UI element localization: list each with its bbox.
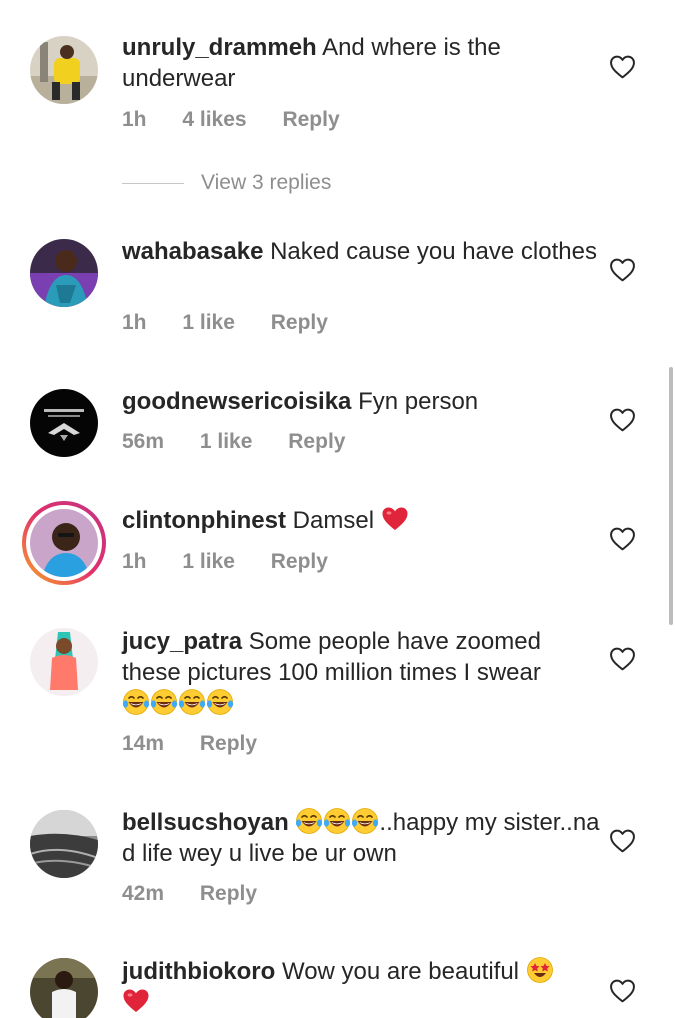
view-replies-link[interactable]: View 3 replies bbox=[122, 171, 331, 195]
comment-likes[interactable]: 1 like bbox=[182, 311, 235, 335]
avatar[interactable] bbox=[30, 389, 98, 457]
comment-likes[interactable]: 1 like bbox=[200, 430, 253, 454]
reply-button[interactable]: Reply bbox=[271, 311, 328, 335]
comment-likes[interactable]: 4 likes bbox=[182, 108, 246, 132]
comment-text: bellsucshoyan ..happy my sister..na d li… bbox=[122, 807, 602, 869]
comment-time: 42m bbox=[122, 882, 165, 905]
scrollbar[interactable] bbox=[669, 367, 673, 625]
comment-meta: 1h 1 like Reply bbox=[122, 550, 358, 574]
like-heart-icon[interactable] bbox=[609, 647, 636, 671]
like-heart-icon[interactable] bbox=[609, 829, 636, 853]
reply-button[interactable]: Reply bbox=[271, 550, 328, 574]
comment-username[interactable]: goodnewsericoisika bbox=[122, 388, 351, 415]
comment-meta: 56m 1 like Reply bbox=[122, 430, 375, 454]
red-heart-emoji-icon bbox=[381, 505, 409, 533]
comment-time: 1h bbox=[122, 550, 147, 573]
tears-of-joy-emoji-icon bbox=[295, 807, 323, 835]
comment-time: 56m bbox=[122, 430, 165, 453]
replies-divider bbox=[122, 182, 184, 184]
reply-button[interactable]: Reply bbox=[200, 882, 257, 906]
comment-meta: 1h 4 likes Reply bbox=[122, 108, 370, 132]
red-heart-emoji-icon bbox=[122, 987, 150, 1015]
like-heart-icon[interactable] bbox=[609, 258, 636, 282]
comment-text: wahabasake Naked cause you have clothes bbox=[122, 236, 602, 267]
comment-likes[interactable]: 1 like bbox=[182, 550, 235, 574]
like-heart-icon[interactable] bbox=[609, 408, 636, 432]
comment-time: 1h bbox=[122, 311, 147, 334]
like-heart-icon[interactable] bbox=[609, 979, 636, 1003]
comment-username[interactable]: unruly_drammeh bbox=[122, 34, 317, 61]
comment-text: goodnewsericoisika Fyn person bbox=[122, 386, 602, 417]
like-heart-icon[interactable] bbox=[609, 527, 636, 551]
tears-of-joy-emoji-icon bbox=[178, 688, 206, 716]
reply-button[interactable]: Reply bbox=[200, 732, 257, 756]
comment-time: 1h bbox=[122, 108, 147, 131]
avatar[interactable] bbox=[30, 36, 98, 104]
reply-button[interactable]: Reply bbox=[282, 108, 339, 132]
reply-button[interactable]: Reply bbox=[288, 430, 345, 454]
comment-text: unruly_drammeh And where is the underwea… bbox=[122, 32, 602, 94]
comment-text: judithbiokoro Wow you are beautiful bbox=[122, 956, 602, 1018]
avatar[interactable] bbox=[30, 628, 98, 696]
comment-body: Wow you are beautiful bbox=[281, 958, 520, 985]
comment-text: jucy_patra Some people have zoomed these… bbox=[122, 626, 602, 719]
tears-of-joy-emoji-icon bbox=[206, 688, 234, 716]
avatar[interactable] bbox=[30, 239, 98, 307]
tears-of-joy-emoji-icon bbox=[122, 688, 150, 716]
comment-body: Fyn person bbox=[358, 388, 479, 415]
avatar bbox=[30, 509, 98, 577]
comments-list: unruly_drammeh And where is the underwea… bbox=[0, 0, 675, 1018]
avatar[interactable] bbox=[30, 958, 98, 1018]
like-heart-icon[interactable] bbox=[609, 55, 636, 79]
tears-of-joy-emoji-icon bbox=[351, 807, 379, 835]
tears-of-joy-emoji-icon bbox=[323, 807, 351, 835]
comment-meta: 1h 1 like Reply bbox=[122, 311, 358, 335]
comment-time: 14m bbox=[122, 732, 165, 755]
avatar[interactable] bbox=[30, 810, 98, 878]
comment-body: Damsel bbox=[292, 507, 375, 534]
view-replies-label: View 3 replies bbox=[201, 171, 332, 194]
comment-username[interactable]: wahabasake bbox=[122, 238, 263, 265]
comment-username[interactable]: clintonphinest bbox=[122, 507, 286, 534]
comment-text: clintonphinest Damsel bbox=[122, 505, 602, 536]
comment-username[interactable]: bellsucshoyan bbox=[122, 809, 289, 836]
star-struck-emoji-icon bbox=[526, 956, 554, 984]
comment-username[interactable]: judithbiokoro bbox=[122, 958, 275, 985]
comment-meta: 14m Reply bbox=[122, 732, 287, 756]
comment-meta: 42m Reply bbox=[122, 882, 287, 906]
tears-of-joy-emoji-icon bbox=[150, 688, 178, 716]
avatar-story-ring[interactable] bbox=[22, 501, 106, 585]
comment-username[interactable]: jucy_patra bbox=[122, 628, 242, 655]
comment-body: Naked cause you have clothes bbox=[270, 238, 597, 265]
